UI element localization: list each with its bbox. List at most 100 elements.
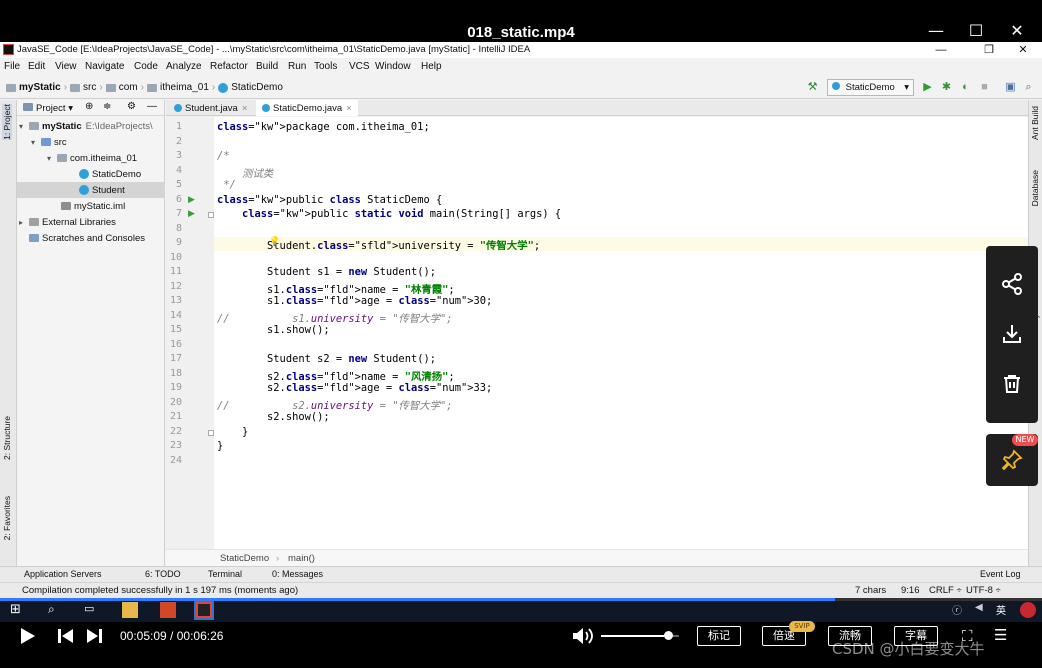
menu-file[interactable]: File: [4, 61, 20, 72]
coverage-icon[interactable]: ◐: [959, 81, 972, 94]
breadcrumb-item-staticdemo[interactable]: StaticDemo: [231, 82, 283, 93]
hide-panel-icon[interactable]: —: [147, 101, 157, 112]
people-icon[interactable]: ⓡ: [952, 602, 968, 618]
code-line[interactable]: class="kw">package com.itheima_01;: [217, 121, 430, 135]
ide-close-icon[interactable]: ✕: [1014, 42, 1032, 58]
tree-item-package[interactable]: ▾ com.itheima_01: [17, 150, 165, 166]
code-line[interactable]: s1.show();: [217, 324, 330, 338]
code-line[interactable]: /*: [217, 150, 230, 164]
search-icon[interactable]: ⌕: [48, 602, 64, 618]
debug-icon[interactable]: ✱: [940, 81, 953, 94]
file-explorer-icon[interactable]: [122, 602, 138, 618]
code-line[interactable]: Student s1 = new Student();: [217, 266, 436, 280]
tab-staticdemo-java[interactable]: StaticDemo.java ×: [256, 100, 358, 116]
menu-analyze[interactable]: Analyze: [166, 61, 202, 72]
powerpoint-icon[interactable]: [160, 602, 176, 618]
volume-icon[interactable]: [572, 627, 594, 649]
run-class-icon[interactable]: ▶: [188, 194, 195, 205]
minimize-icon[interactable]: —: [925, 22, 947, 40]
menu-code[interactable]: Code: [134, 61, 158, 72]
lightbulb-icon[interactable]: 💡: [269, 237, 280, 247]
sync-icon[interactable]: ⊕: [85, 101, 93, 112]
intellij-taskbar-icon[interactable]: [194, 600, 214, 620]
code-line[interactable]: Student.class="sfld">university = "传智大学"…: [217, 237, 540, 252]
breadcrumb-item-itheima[interactable]: itheima_01: [160, 82, 209, 93]
menu-navigate[interactable]: Navigate: [85, 61, 124, 72]
code-line[interactable]: */: [217, 179, 236, 193]
gear-icon[interactable]: ⚙: [127, 101, 136, 112]
tree-item-iml[interactable]: myStatic.iml: [17, 198, 165, 214]
search-icon[interactable]: ⌕: [1022, 81, 1035, 94]
skip-forward-icon[interactable]: [86, 628, 102, 647]
stop-icon[interactable]: ■: [978, 81, 991, 94]
windows-start-icon[interactable]: ⊞: [10, 602, 26, 618]
breadcrumb-item-mystatic[interactable]: myStatic: [19, 82, 61, 93]
run-method-icon[interactable]: ▶: [188, 208, 195, 219]
status-position[interactable]: 9:16: [901, 585, 920, 596]
project-panel-title[interactable]: Project ▾: [23, 103, 73, 114]
tree-item-external-libraries[interactable]: ▸ External Libraries: [17, 214, 165, 230]
menu-window[interactable]: Window: [375, 61, 411, 72]
code-line[interactable]: }: [217, 440, 223, 454]
tool-structure[interactable]: 2: Structure: [2, 416, 12, 460]
tool-favorites[interactable]: 2: Favorites: [2, 496, 12, 540]
playlist-icon[interactable]: ☰: [994, 626, 1007, 644]
code-line[interactable]: // s2.university = "传智大学";: [217, 397, 453, 412]
breadcrumb-item-src[interactable]: src: [83, 82, 96, 93]
menu-view[interactable]: View: [55, 61, 77, 72]
tool-messages[interactable]: 0: Messages: [272, 569, 323, 579]
share-icon[interactable]: [1000, 272, 1024, 296]
code-line[interactable]: 测试类: [217, 165, 273, 180]
skip-back-icon[interactable]: [58, 628, 74, 647]
code-line[interactable]: // s1.university = "传智大学";: [217, 310, 453, 325]
tool-ant-build[interactable]: Ant Build: [1030, 106, 1040, 140]
download-icon[interactable]: [1000, 322, 1024, 346]
video-progress-bar[interactable]: [0, 598, 1042, 601]
expand-arrow-icon[interactable]: ▾: [47, 154, 57, 163]
tab-student-java[interactable]: Student.java ×: [168, 100, 253, 116]
close-icon[interactable]: ✕: [1006, 22, 1028, 40]
expand-arrow-icon[interactable]: ▾: [31, 138, 41, 147]
code-line[interactable]: class="kw">public class StaticDemo {: [217, 194, 442, 208]
ime-icon[interactable]: 英: [996, 602, 1012, 618]
menu-build[interactable]: Build: [256, 61, 278, 72]
tree-item-src[interactable]: ▾ src: [17, 134, 165, 150]
editor-crumb-class[interactable]: StaticDemo: [220, 553, 269, 564]
tree-item-student[interactable]: Student: [17, 182, 165, 198]
expand-arrow-icon[interactable]: ▾: [19, 122, 29, 131]
tree-item-mystatic[interactable]: ▾ myStatic E:\IdeaProjects\: [17, 118, 165, 134]
menu-run[interactable]: Run: [288, 61, 306, 72]
build-hammer-icon[interactable]: ⚒: [806, 81, 819, 94]
ide-restore-icon[interactable]: ❐: [980, 42, 998, 58]
code-line[interactable]: s2.class="fld">age = class="num">33;: [217, 382, 492, 396]
tree-item-scratches[interactable]: Scratches and Consoles: [17, 230, 165, 246]
tool-todo[interactable]: 6: TODO: [145, 569, 181, 579]
code-editor[interactable]: class="kw">package com.itheima_01; /* 测试类…: [214, 117, 1028, 549]
close-tab-icon[interactable]: ×: [242, 103, 248, 114]
collapse-icon[interactable]: ≑: [103, 101, 111, 112]
project-structure-icon[interactable]: ▣: [1004, 81, 1017, 94]
play-icon[interactable]: [20, 627, 36, 649]
menu-edit[interactable]: Edit: [28, 61, 45, 72]
code-line[interactable]: Student s2 = new Student();: [217, 353, 436, 367]
code-line[interactable]: }: [217, 426, 248, 440]
event-log[interactable]: Event Log: [980, 569, 1021, 579]
editor-crumb-method[interactable]: main(): [288, 553, 315, 564]
menu-refactor[interactable]: Refactor: [210, 61, 248, 72]
code-line[interactable]: s1.class="fld">name = "林青霞";: [217, 281, 455, 296]
maximize-icon[interactable]: ☐: [965, 22, 987, 40]
ide-minimize-icon[interactable]: —: [932, 42, 950, 58]
mark-button[interactable]: 标记: [697, 626, 741, 646]
status-line-separator[interactable]: CRLF ÷: [929, 585, 962, 596]
code-line[interactable]: s2.class="fld">name = "风清扬";: [217, 368, 455, 383]
tree-item-staticdemo[interactable]: StaticDemo: [17, 166, 165, 182]
speaker-icon[interactable]: ◀: [975, 602, 991, 618]
volume-knob[interactable]: [664, 631, 673, 640]
tool-project[interactable]: 1: Project: [2, 104, 12, 140]
code-line[interactable]: class="kw">public static void main(Strin…: [217, 208, 561, 222]
menu-vcs[interactable]: VCS: [349, 61, 370, 72]
tool-terminal[interactable]: Terminal: [208, 569, 242, 579]
tool-application-servers[interactable]: Application Servers: [24, 569, 102, 579]
expand-arrow-icon[interactable]: ▸: [19, 218, 29, 227]
tool-database[interactable]: Database: [1030, 170, 1040, 206]
